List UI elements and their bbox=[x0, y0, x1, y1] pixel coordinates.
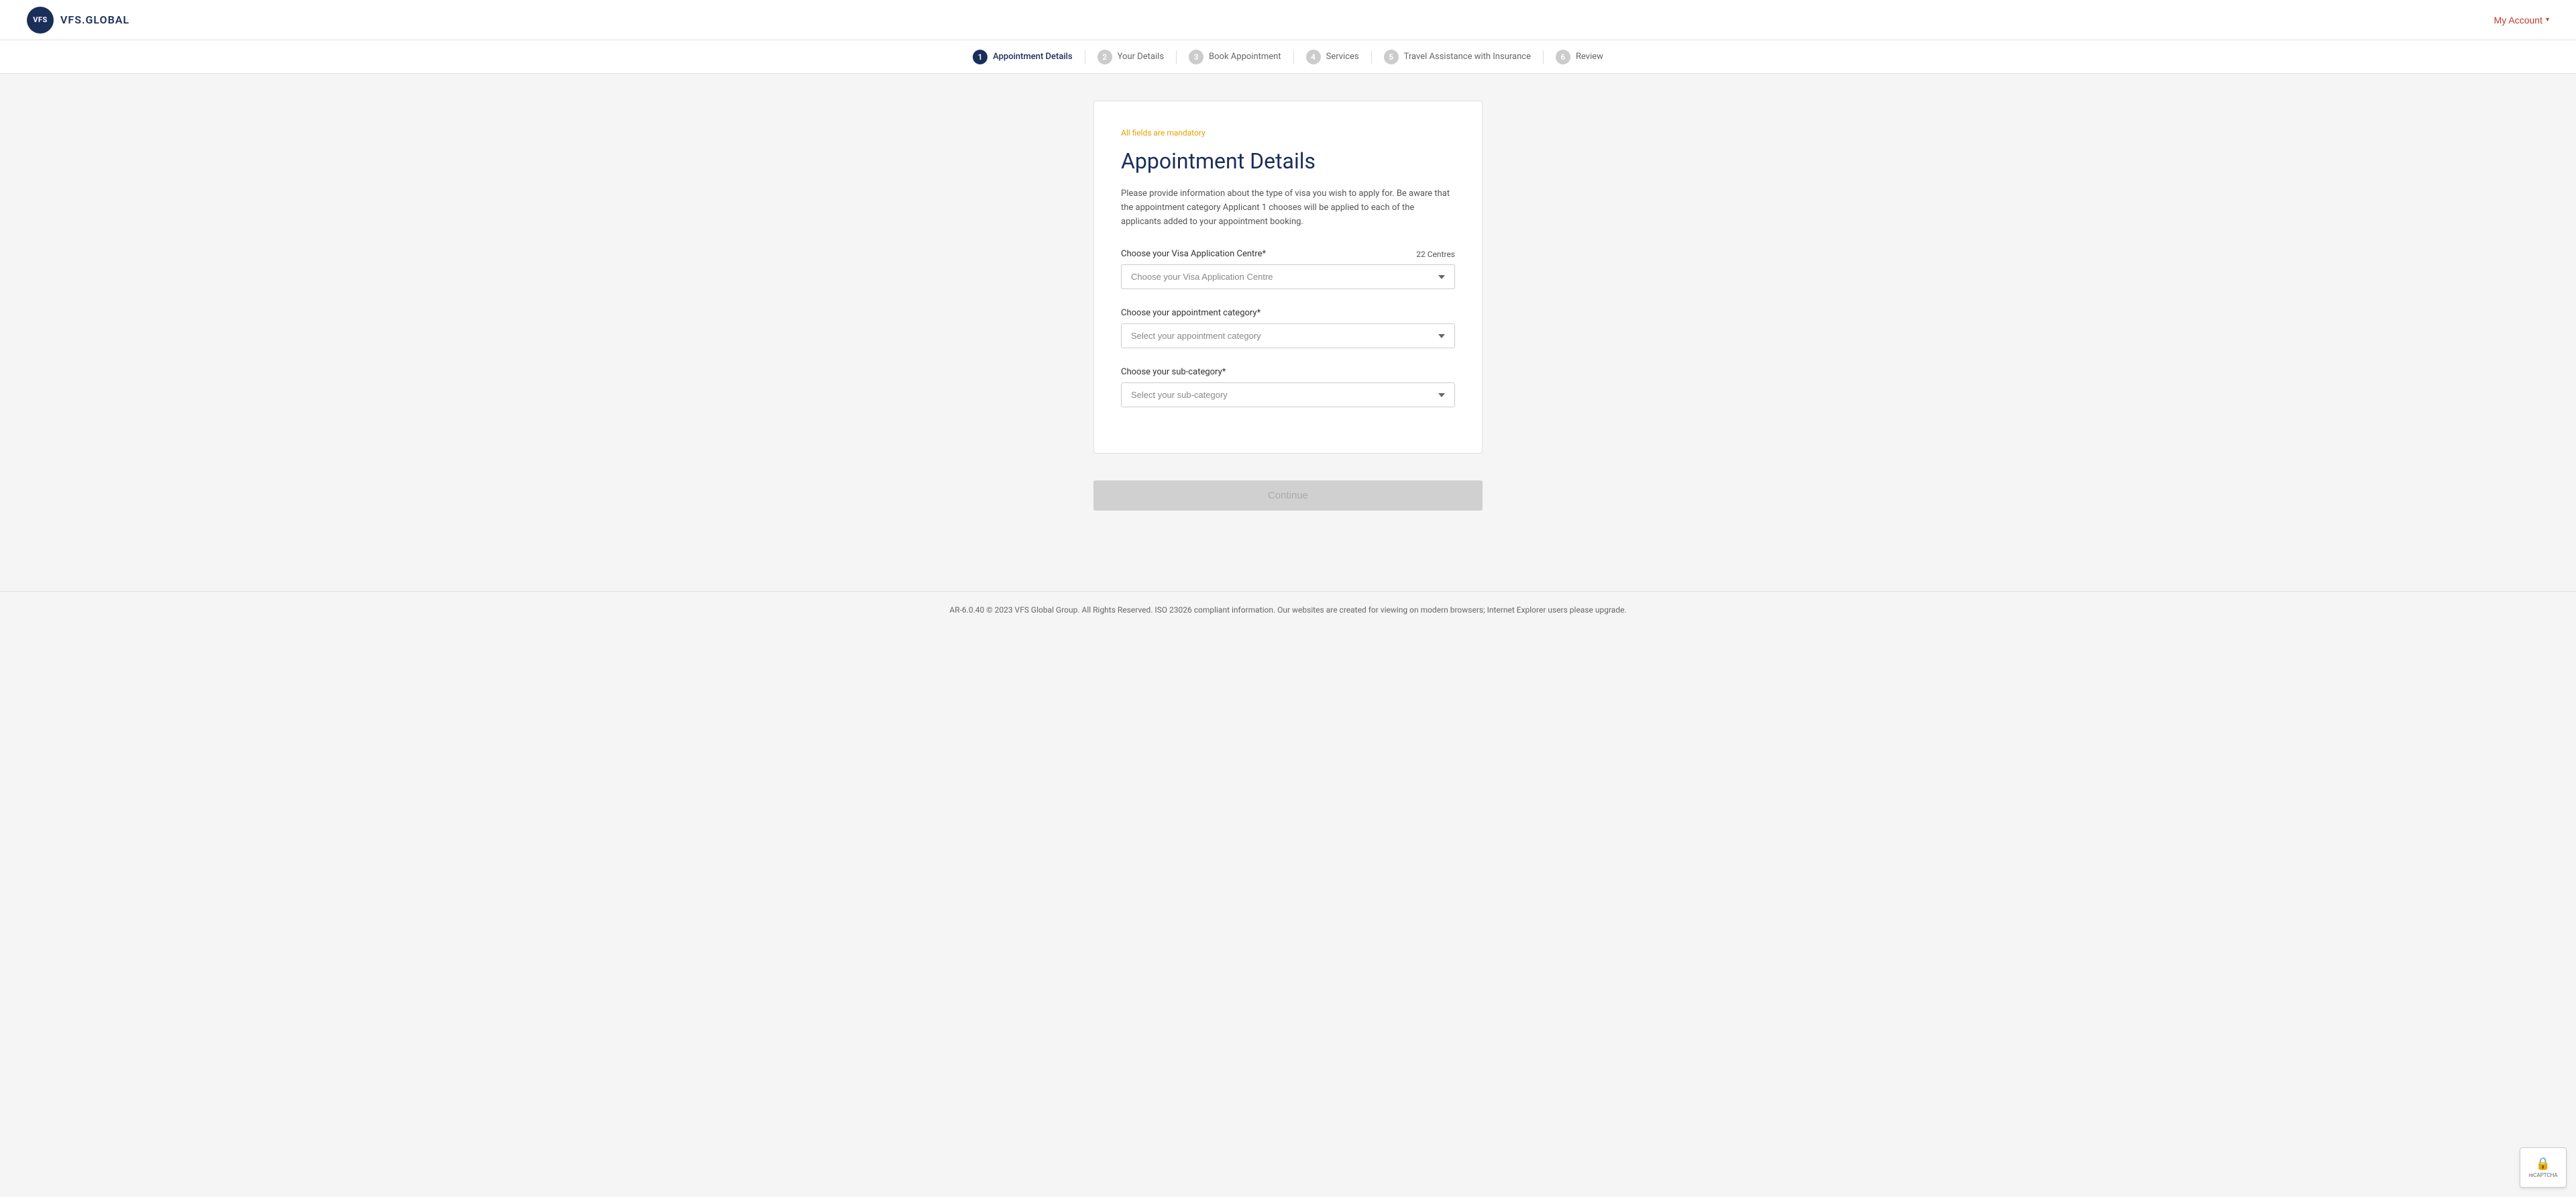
visa-centre-group: Choose your Visa Application Centre* 22 … bbox=[1121, 249, 1455, 289]
step-4-label: Services bbox=[1326, 52, 1359, 62]
visa-centre-label-row: Choose your Visa Application Centre* 22 … bbox=[1121, 249, 1455, 259]
mandatory-text: All fields are mandatory bbox=[1121, 128, 1455, 138]
sub-category-label: Choose your sub-category* bbox=[1121, 367, 1226, 377]
recaptcha-badge: 🔒 reCAPTCHA bbox=[2520, 1147, 2567, 1188]
step-6-review[interactable]: 6 Review bbox=[1544, 40, 1615, 73]
appointment-category-label: Choose your appointment category* bbox=[1121, 308, 1260, 318]
step-navigation: 1 Appointment Details 2 Your Details 3 B… bbox=[0, 40, 2576, 74]
footer-text: AR-6.0.40 © 2023 VFS Global Group. All R… bbox=[27, 605, 2549, 615]
step-6-label: Review bbox=[1576, 52, 1603, 62]
my-account-button[interactable]: My Account ▾ bbox=[2494, 15, 2549, 25]
header: VFS VFS.GLOBAL My Account ▾ bbox=[0, 0, 2576, 40]
recaptcha-label: reCAPTCHA bbox=[2528, 1172, 2557, 1178]
step-5-travel-assistance[interactable]: 5 Travel Assistance with Insurance bbox=[1372, 40, 1543, 73]
footer: AR-6.0.40 © 2023 VFS Global Group. All R… bbox=[0, 591, 2576, 628]
visa-centre-count: 22 Centres bbox=[1416, 250, 1455, 259]
main-content: All fields are mandatory Appointment Det… bbox=[0, 74, 2576, 480]
step-4-services[interactable]: 4 Services bbox=[1294, 40, 1371, 73]
sub-category-select[interactable]: Select your sub-category bbox=[1121, 382, 1455, 407]
sub-category-label-row: Choose your sub-category* bbox=[1121, 367, 1455, 377]
step-3-label: Book Appointment bbox=[1209, 52, 1281, 62]
recaptcha-icon: 🔒 bbox=[2536, 1157, 2551, 1171]
step-5-number: 5 bbox=[1384, 50, 1399, 64]
continue-button[interactable]: Continue bbox=[1093, 480, 1483, 511]
step-4-number: 4 bbox=[1306, 50, 1321, 64]
my-account-label: My Account bbox=[2494, 15, 2542, 25]
visa-centre-label: Choose your Visa Application Centre* bbox=[1121, 249, 1266, 259]
step-2-label: Your Details bbox=[1118, 52, 1164, 62]
logo-area: VFS VFS.GLOBAL bbox=[27, 7, 129, 34]
step-5-label: Travel Assistance with Insurance bbox=[1404, 52, 1531, 62]
logo-text: VFS.GLOBAL bbox=[60, 13, 129, 26]
step-1-number: 1 bbox=[973, 50, 987, 64]
step-2-number: 2 bbox=[1097, 50, 1112, 64]
chevron-down-icon: ▾ bbox=[2546, 16, 2549, 23]
step-3-number: 3 bbox=[1189, 50, 1203, 64]
sub-category-group: Choose your sub-category* Select your su… bbox=[1121, 367, 1455, 407]
step-1-label: Appointment Details bbox=[993, 52, 1073, 62]
logo-icon: VFS bbox=[27, 7, 54, 34]
visa-centre-select[interactable]: Choose your Visa Application Centre bbox=[1121, 264, 1455, 289]
appointment-category-select[interactable]: Select your appointment category bbox=[1121, 323, 1455, 348]
step-2-your-details[interactable]: 2 Your Details bbox=[1085, 40, 1176, 73]
appointment-category-group: Choose your appointment category* Select… bbox=[1121, 308, 1455, 348]
appointment-category-label-row: Choose your appointment category* bbox=[1121, 308, 1455, 318]
step-6-number: 6 bbox=[1556, 50, 1570, 64]
step-3-book-appointment[interactable]: 3 Book Appointment bbox=[1177, 40, 1293, 73]
form-title: Appointment Details bbox=[1121, 148, 1455, 174]
form-description: Please provide information about the typ… bbox=[1121, 187, 1455, 229]
form-card: All fields are mandatory Appointment Det… bbox=[1093, 101, 1483, 454]
step-1-appointment-details[interactable]: 1 Appointment Details bbox=[961, 40, 1085, 73]
